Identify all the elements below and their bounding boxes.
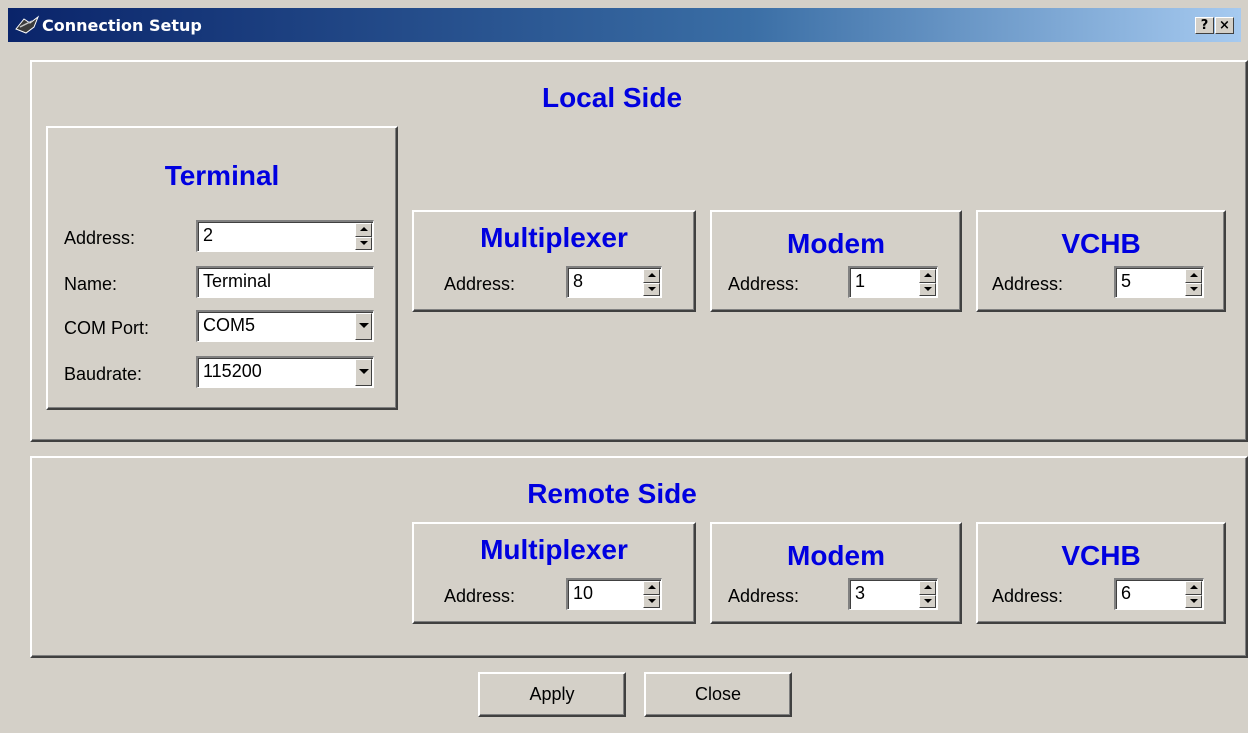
terminal-address-label: Address:: [64, 228, 136, 248]
remote-side-panel: Remote Side Multiplexer Address: 10 Mode…: [30, 456, 1248, 658]
help-button[interactable]: ?: [1195, 17, 1214, 34]
local-modem-address-value: 1: [855, 271, 866, 291]
remote-vchb-address-label: Address:: [992, 586, 1064, 606]
chevron-down-icon[interactable]: [355, 359, 372, 386]
remote-vchb-box: VCHB Address: 6: [976, 522, 1226, 624]
remote-multiplexer-title: Multiplexer: [480, 534, 628, 565]
spin-down-icon[interactable]: [643, 594, 660, 608]
local-vchb-address-spinner[interactable]: 5: [1114, 266, 1204, 298]
spin-up-icon[interactable]: [643, 269, 660, 283]
terminal-name-label: Name:: [64, 274, 118, 294]
remote-multiplexer-address-value: 10: [573, 583, 594, 603]
terminal-name-value: Terminal: [203, 271, 272, 291]
spin-up-icon[interactable]: [1185, 269, 1202, 283]
remote-multiplexer-address-label: Address:: [444, 586, 516, 606]
local-multiplexer-address-label: Address:: [444, 274, 516, 294]
app-icon: [15, 15, 40, 34]
com-port-select[interactable]: COM5: [196, 310, 374, 342]
terminal-box: Terminal Address: 2 Name: Terminal COM P…: [46, 126, 398, 410]
baudrate-select[interactable]: 115200: [196, 356, 374, 388]
spin-down-icon[interactable]: [919, 594, 936, 608]
local-multiplexer-address-value: 8: [573, 271, 584, 291]
terminal-address-spin[interactable]: [355, 223, 372, 250]
window-title: Connection Setup: [42, 16, 202, 35]
spin-down-icon[interactable]: [355, 236, 372, 250]
remote-side-title: Remote Side: [527, 478, 697, 509]
remote-vchb-address-spinner[interactable]: 6: [1114, 578, 1204, 610]
local-multiplexer-address-spinner[interactable]: 8: [566, 266, 662, 298]
local-modem-box: Modem Address: 1: [710, 210, 962, 312]
spin-down-icon[interactable]: [1185, 282, 1202, 296]
terminal-address-spinner[interactable]: 2: [196, 220, 374, 252]
local-vchb-spin[interactable]: [1185, 269, 1202, 296]
local-multiplexer-box: Multiplexer Address: 8: [412, 210, 696, 312]
spin-down-icon[interactable]: [643, 282, 660, 296]
remote-modem-address-spinner[interactable]: 3: [848, 578, 938, 610]
com-port-value: COM5: [203, 315, 256, 335]
title-bar[interactable]: Connection Setup ? ×: [8, 8, 1241, 42]
local-multiplexer-spin[interactable]: [643, 269, 660, 296]
spin-up-icon[interactable]: [919, 581, 936, 595]
spin-down-icon[interactable]: [919, 282, 936, 296]
remote-vchb-address-value: 6: [1121, 583, 1132, 603]
com-port-label: COM Port:: [64, 318, 150, 338]
terminal-address-value: 2: [203, 225, 214, 245]
remote-modem-title: Modem: [787, 540, 885, 571]
remote-multiplexer-spin[interactable]: [643, 581, 660, 608]
local-vchb-address-value: 5: [1121, 271, 1132, 291]
local-vchb-title: VCHB: [1061, 228, 1141, 259]
local-side-title: Local Side: [541, 82, 683, 113]
remote-multiplexer-box: Multiplexer Address: 10: [412, 522, 696, 624]
remote-modem-spin[interactable]: [919, 581, 936, 608]
remote-modem-box: Modem Address: 3: [710, 522, 962, 624]
close-button[interactable]: Close: [644, 672, 792, 717]
local-multiplexer-title: Multiplexer: [480, 222, 628, 253]
baudrate-value: 115200: [203, 361, 262, 381]
spin-up-icon[interactable]: [643, 581, 660, 595]
remote-modem-address-value: 3: [855, 583, 866, 603]
spin-down-icon[interactable]: [1185, 594, 1202, 608]
spin-up-icon[interactable]: [919, 269, 936, 283]
local-vchb-box: VCHB Address: 5: [976, 210, 1226, 312]
baudrate-label: Baudrate:: [64, 364, 143, 384]
dialog-body: Local Side Terminal Address: 2 Name: Ter…: [8, 42, 1248, 733]
terminal-title: Terminal: [164, 160, 280, 191]
local-modem-spin[interactable]: [919, 269, 936, 296]
chevron-down-icon[interactable]: [355, 313, 372, 340]
remote-multiplexer-address-spinner[interactable]: 10: [566, 578, 662, 610]
close-window-button[interactable]: ×: [1215, 17, 1234, 34]
remote-vchb-spin[interactable]: [1185, 581, 1202, 608]
spin-up-icon[interactable]: [355, 223, 372, 237]
local-vchb-address-label: Address:: [992, 274, 1064, 294]
terminal-name-field[interactable]: Terminal: [196, 266, 374, 298]
local-modem-title: Modem: [787, 228, 885, 259]
remote-modem-address-label: Address:: [728, 586, 800, 606]
spin-up-icon[interactable]: [1185, 581, 1202, 595]
local-modem-address-label: Address:: [728, 274, 800, 294]
local-side-panel: Local Side Terminal Address: 2 Name: Ter…: [30, 60, 1248, 442]
remote-vchb-title: VCHB: [1061, 540, 1141, 571]
local-modem-address-spinner[interactable]: 1: [848, 266, 938, 298]
apply-button[interactable]: Apply: [478, 672, 626, 717]
